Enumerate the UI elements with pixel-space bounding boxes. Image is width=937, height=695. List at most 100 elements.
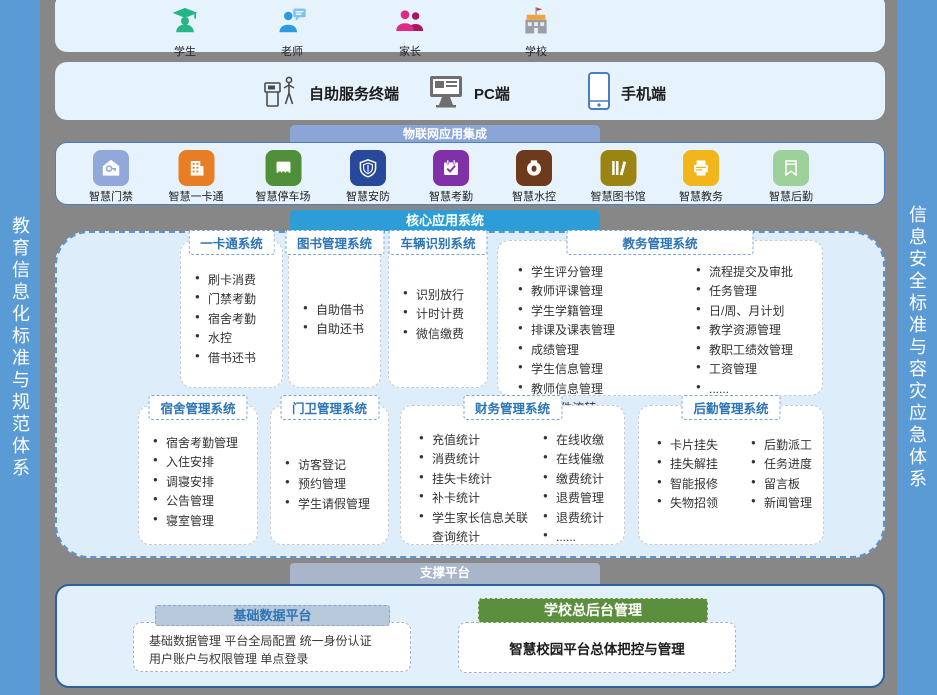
iot-item-label: 智慧停车场 bbox=[256, 188, 311, 204]
iot-item-attendance: 智慧考勤 bbox=[429, 150, 473, 204]
card-vehicle-system: 车辆识别系统 识别放行计时计费微信缴费 bbox=[388, 240, 488, 388]
card-item: 教师评课管理 bbox=[518, 282, 678, 301]
card-item-list: 自助借书自助还书 bbox=[289, 241, 380, 340]
card-columns: 学生评分管理教师评课管理学生学籍管理排课及课表管理成绩管理学生信息管理教师信息管… bbox=[498, 241, 822, 419]
school-admin-desc: 智慧校园平台总体把控与管理 bbox=[509, 638, 685, 658]
iot-item-label: 智慧后勤 bbox=[769, 188, 813, 204]
school-admin-card: 智慧校园平台总体把控与管理 bbox=[458, 622, 736, 673]
card-item: 智能报修 bbox=[657, 475, 745, 494]
user-item-parent: 家长 bbox=[395, 6, 425, 59]
device-item-pc: PC端 bbox=[427, 74, 510, 113]
card-gate-system: 门卫管理系统 访客登记预约管理学生请假管理 bbox=[270, 405, 389, 545]
iot-panel: 智慧门禁 智慧一卡通 智慧停车场 智慧安防 bbox=[55, 142, 885, 205]
card-title: 一卡通系统 bbox=[188, 230, 275, 255]
iot-item-label: 智慧教务 bbox=[679, 188, 723, 204]
calendar-check-icon bbox=[433, 150, 469, 186]
card-academic-system: 教务管理系统 学生评分管理教师评课管理学生学籍管理排课及课表管理成绩管理学生信息… bbox=[497, 240, 823, 396]
device-item-label: 手机端 bbox=[621, 83, 666, 104]
smart-campus-architecture-diagram: 教育信息化标准与规范体系 信息安全标准与容灾应急体系 学生 老师 bbox=[0, 0, 937, 695]
card-item: 教职工绩效管理 bbox=[696, 341, 818, 360]
card-item: 任务进度 bbox=[751, 455, 819, 474]
card-finance-system: 财务管理系统 充值统计消费统计挂失卡统计补卡统计学生家长信息关联查询统计 在线收… bbox=[400, 405, 625, 545]
device-item-label: 自助服务终端 bbox=[309, 83, 399, 104]
school-admin-header: 学校总后台管理 bbox=[478, 598, 708, 623]
card-item: 借书还书 bbox=[195, 349, 278, 368]
user-item-label: 家长 bbox=[399, 43, 421, 59]
banner-flag-icon bbox=[773, 150, 809, 186]
card-item: 水控 bbox=[195, 329, 278, 348]
card-title: 宿舍管理系统 bbox=[148, 395, 247, 420]
card-item: 入住安排 bbox=[153, 453, 253, 472]
building-card-icon bbox=[178, 150, 214, 186]
user-item-school: 学校 bbox=[521, 6, 551, 59]
user-item-student: 学生 bbox=[170, 6, 200, 59]
card-item: 寝室管理 bbox=[153, 512, 253, 531]
card-logistics-system: 后勤管理系统 卡片挂失挂失解挂智能报修失物招领 后勤派工任务进度留言板新闻管理 bbox=[638, 405, 824, 545]
card-item: 成绩管理 bbox=[518, 341, 678, 360]
base-platform-line2: 用户账户与权限管理 单点登录 bbox=[149, 650, 410, 668]
card-item: 计时计费 bbox=[403, 305, 483, 324]
card-title: 后勤管理系统 bbox=[681, 395, 780, 420]
iot-item-academic: 智慧教务 bbox=[679, 150, 723, 204]
card-title: 图书管理系统 bbox=[285, 230, 384, 255]
card-item-list: 充值统计消费统计挂失卡统计补卡统计学生家长信息关联查询统计 bbox=[405, 431, 541, 548]
content-column: 学生 老师 家长 学校 bbox=[55, 0, 885, 695]
card-item: 缴费统计 bbox=[543, 470, 620, 489]
card-columns: 卡片挂失挂失解挂智能报修失物招领 后勤派工任务进度留言板新闻管理 bbox=[639, 406, 823, 514]
student-icon bbox=[170, 6, 200, 41]
card-item: 退费统计 bbox=[543, 509, 620, 528]
card-item: 公告管理 bbox=[153, 492, 253, 511]
card-item: 卡片挂失 bbox=[657, 436, 745, 455]
card-item: 工资管理 bbox=[696, 360, 818, 379]
card-item: 日/周、月计划 bbox=[696, 302, 818, 321]
iot-item-logistics: 智慧后勤 bbox=[769, 150, 813, 204]
card-item: 后勤派工 bbox=[751, 436, 819, 455]
parking-ticket-icon bbox=[265, 150, 301, 186]
card-item: 消费统计 bbox=[419, 450, 537, 469]
base-data-platform-card: 基础数据管理 平台全局配置 统一身份认证 用户账户与权限管理 单点登录 bbox=[133, 622, 411, 672]
water-jar-icon bbox=[516, 150, 552, 186]
card-item: 失物招领 bbox=[657, 494, 745, 513]
card-item: 新闻管理 bbox=[751, 494, 819, 513]
card-item: 学生请假管理 bbox=[285, 495, 384, 514]
card-item: 宿舍考勤管理 bbox=[153, 434, 253, 453]
teacher-icon bbox=[277, 6, 307, 41]
user-item-teacher: 老师 bbox=[277, 6, 307, 59]
card-item: 刷卡消费 bbox=[195, 271, 278, 290]
iot-item-access-control: 智慧门禁 bbox=[89, 150, 133, 204]
iot-item-parking: 智慧停车场 bbox=[256, 150, 311, 204]
card-item: 任务管理 bbox=[696, 282, 818, 301]
devices-panel: 自助服务终端 PC端 手机端 bbox=[55, 62, 885, 120]
card-item-list: 识别放行计时计费微信缴费 bbox=[389, 241, 487, 344]
card-item: 识别放行 bbox=[403, 286, 483, 305]
card-title: 财务管理系统 bbox=[463, 395, 562, 420]
card-item: 挂失卡统计 bbox=[419, 470, 537, 489]
iot-item-label: 智慧一卡通 bbox=[169, 188, 224, 204]
user-item-label: 学生 bbox=[174, 43, 196, 59]
card-item-list: 刷卡消费门禁考勤宿舍考勤水控借书还书 bbox=[181, 241, 282, 368]
card-onecard-system: 一卡通系统 刷卡消费门禁考勤宿舍考勤水控借书还书 bbox=[180, 240, 283, 388]
base-data-platform-header: 基础数据平台 bbox=[155, 605, 390, 626]
parents-icon bbox=[395, 6, 425, 41]
iot-item-security: 智慧安防 bbox=[346, 150, 390, 204]
card-item-list: 在线收缴在线催缴缴费统计退费管理退费统计...... bbox=[541, 431, 624, 548]
card-item: 调寝安排 bbox=[153, 473, 253, 492]
card-dormitory-system: 宿舍管理系统 宿舍考勤管理入住安排调寝安排公告管理寝室管理 bbox=[138, 405, 258, 545]
card-columns: 充值统计消费统计挂失卡统计补卡统计学生家长信息关联查询统计 在线收缴在线催缴缴费… bbox=[401, 406, 624, 548]
iot-item-onecard: 智慧一卡通 bbox=[169, 150, 224, 204]
right-sidebar-label: 信息安全标准与容灾应急体系 bbox=[904, 205, 930, 491]
shield-icon bbox=[350, 150, 386, 186]
card-item: 学生信息管理 bbox=[518, 360, 678, 379]
card-item: 学生评分管理 bbox=[518, 263, 678, 282]
iot-item-label: 智慧水控 bbox=[512, 188, 556, 204]
card-item-list: 访客登记预约管理学生请假管理 bbox=[271, 406, 388, 514]
user-item-label: 学校 bbox=[525, 43, 547, 59]
card-item: 学生家长信息关联查询统计 bbox=[419, 509, 537, 548]
iot-item-label: 智慧图书馆 bbox=[591, 188, 646, 204]
self-service-kiosk-icon bbox=[260, 71, 300, 116]
card-item: 访客登记 bbox=[285, 456, 384, 475]
card-item: 自助借书 bbox=[303, 301, 376, 320]
core-section-banner: 核心应用系统 bbox=[290, 210, 600, 232]
user-item-label: 老师 bbox=[281, 43, 303, 59]
card-item: 在线收缴 bbox=[543, 431, 620, 450]
